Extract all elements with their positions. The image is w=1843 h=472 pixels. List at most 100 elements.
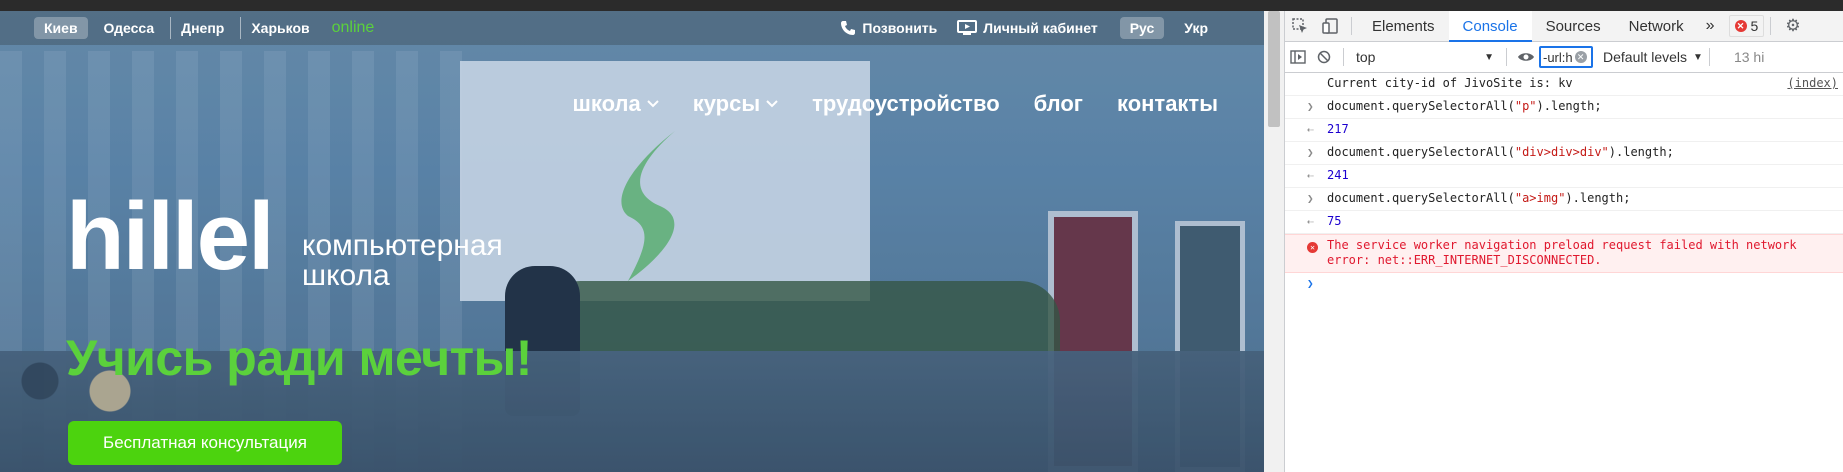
scrollbar-thumb[interactable] — [1268, 11, 1280, 127]
hero-tagline: Учись ради мечты! — [66, 330, 532, 386]
result-value: 217 — [1327, 122, 1349, 136]
live-expression-eye-icon[interactable] — [1513, 51, 1539, 63]
devtools-tabbar: Elements Console Sources Network » ✕ 5 ⚙ — [1285, 11, 1843, 42]
top-right-nav: Позвонить Личный кабинет Рус Укр — [820, 17, 1218, 39]
input-chevron-icon: ❯ — [1307, 100, 1314, 113]
clear-filter-icon[interactable]: ✕ — [1574, 51, 1587, 63]
nav-contacts[interactable]: контакты — [1117, 91, 1218, 117]
nav-courses-label: курсы — [692, 91, 761, 116]
console-output: Current city-id of JivoSite is: kv (inde… — [1285, 73, 1843, 472]
city-odesa[interactable]: Одесса — [94, 17, 165, 39]
input-code-pre: document.querySelectorAll( — [1327, 145, 1515, 159]
error-icon: ✕ — [1734, 20, 1747, 32]
input-code-post: ).length; — [1565, 191, 1631, 205]
nav-courses[interactable]: курсы — [693, 91, 778, 117]
log-text: Current city-id of JivoSite is: kv — [1327, 76, 1573, 90]
call-button[interactable]: Позвонить — [840, 20, 937, 36]
input-code-string: "p" — [1514, 99, 1537, 113]
online-link[interactable]: online — [332, 19, 375, 37]
settings-gear-icon[interactable]: ⚙ — [1777, 11, 1808, 41]
error-count-badge[interactable]: ✕ 5 — [1728, 15, 1765, 37]
toolbar-divider — [1343, 48, 1344, 66]
city-selector: Киев Одесса Днепр Харьков online — [34, 17, 374, 39]
city-kyiv[interactable]: Киев — [34, 17, 88, 39]
browser-top-strip — [0, 0, 1843, 11]
console-result-line: ⇠ 75 — [1285, 211, 1843, 234]
log-levels-dropdown[interactable]: Default levels ▼ — [1603, 49, 1703, 65]
monitor-icon — [957, 20, 978, 35]
console-log-line: Current city-id of JivoSite is: kv (inde… — [1285, 73, 1843, 96]
input-code-post: ).length; — [1536, 99, 1602, 113]
console-input-line: ❯ document.querySelectorAll("p").length; — [1285, 96, 1843, 119]
input-code-string: "a>img" — [1514, 191, 1566, 205]
result-arrow-icon: ⇠ — [1307, 215, 1314, 228]
nav-jobs[interactable]: трудоустройство — [812, 91, 1000, 117]
clear-console-icon[interactable] — [1311, 50, 1337, 64]
input-code-post: ).length; — [1608, 145, 1674, 159]
page-scrollbar[interactable] — [1264, 11, 1284, 472]
console-filter-input[interactable]: -url:h ✕ — [1539, 46, 1593, 68]
free-consultation-button[interactable]: Бесплатная консультация — [68, 421, 342, 465]
device-toolbar-icon[interactable] — [1315, 11, 1345, 41]
context-value: top — [1356, 49, 1376, 65]
website-viewport: Киев Одесса Днепр Харьков online Позвони… — [0, 11, 1264, 472]
toolbar-divider-3 — [1708, 48, 1710, 66]
tabbar-divider-2 — [1770, 17, 1772, 35]
console-toolbar: top ▼ -url:h ✕ Default levels ▼ 13 hi — [1285, 42, 1843, 73]
result-arrow-icon: ⇠ — [1307, 169, 1314, 182]
devtools-panel: Elements Console Sources Network » ✕ 5 ⚙… — [1284, 11, 1843, 472]
console-error-line: ✕ The service worker navigation preload … — [1285, 234, 1843, 273]
tab-sources[interactable]: Sources — [1532, 11, 1615, 41]
more-tabs-button[interactable]: » — [1698, 11, 1723, 41]
cabinet-label: Личный кабинет — [983, 20, 1098, 36]
lang-ru[interactable]: Рус — [1119, 17, 1165, 39]
nav-school[interactable]: школа — [573, 91, 659, 117]
error-text-line-1: The service worker navigation preload re… — [1327, 238, 1797, 252]
city-dnipro[interactable]: Днепр — [170, 17, 234, 39]
error-circle-icon: ✕ — [1307, 239, 1318, 254]
phone-icon — [841, 21, 856, 35]
lang-uk[interactable]: Укр — [1174, 17, 1218, 39]
logo-subtitle-line-1: компьютерная — [302, 229, 503, 262]
main-nav: школа курсы трудоустройство блог контакт… — [539, 91, 1218, 117]
hidden-messages-count: 13 hi — [1733, 49, 1765, 65]
error-text-line-2: error: net::ERR_INTERNET_DISCONNECTED. — [1327, 253, 1602, 267]
logo-subtitle-line-2: школа — [302, 259, 390, 292]
context-select[interactable]: top ▼ — [1350, 46, 1500, 68]
tab-network[interactable]: Network — [1615, 11, 1698, 41]
input-chevron-icon: ❯ — [1307, 192, 1314, 205]
logo-wordmark: hillel — [66, 183, 275, 290]
console-input-line: ❯ document.querySelectorAll("div>div>div… — [1285, 142, 1843, 165]
result-arrow-icon: ⇠ — [1307, 123, 1314, 136]
show-sidebar-icon[interactable] — [1285, 50, 1311, 64]
tab-console[interactable]: Console — [1448, 11, 1532, 42]
chevron-down-icon — [766, 100, 778, 108]
nav-blog[interactable]: блог — [1034, 91, 1083, 117]
console-input-line: ❯ document.querySelectorAll("a>img").len… — [1285, 188, 1843, 211]
tabbar-divider — [1351, 17, 1352, 35]
input-chevron-icon: ❯ — [1307, 146, 1314, 159]
console-result-line: ⇠ 217 — [1285, 119, 1843, 142]
tab-elements[interactable]: Elements — [1358, 11, 1449, 41]
console-result-line: ⇠ 241 — [1285, 165, 1843, 188]
result-value: 241 — [1327, 168, 1349, 182]
prompt-chevron-icon: ❯ — [1307, 277, 1314, 290]
city-kharkiv[interactable]: Харьков — [240, 17, 319, 39]
call-label: Позвонить — [862, 20, 938, 36]
input-code-pre: document.querySelectorAll( — [1327, 99, 1515, 113]
input-code-pre: document.querySelectorAll( — [1327, 191, 1515, 205]
hillel-leaf-icon — [621, 131, 675, 281]
filter-value: -url:h — [1543, 49, 1573, 65]
hillel-logo[interactable]: hillel — [66, 189, 275, 285]
log-source-link[interactable]: (index) — [1787, 76, 1838, 91]
toolbar-divider-2 — [1506, 48, 1507, 66]
personal-cabinet-button[interactable]: Личный кабинет — [957, 20, 1098, 36]
result-value: 75 — [1327, 214, 1342, 228]
logo-subtitle: компьютерная школа — [302, 231, 503, 291]
top-bar: Киев Одесса Днепр Харьков online Позвони… — [0, 11, 1264, 45]
console-prompt[interactable]: ❯ — [1285, 273, 1843, 294]
nav-school-label: школа — [572, 91, 641, 116]
dropdown-arrow-icon: ▼ — [1693, 51, 1703, 63]
input-code-string: "div>div>div" — [1514, 145, 1609, 159]
inspect-element-icon[interactable] — [1285, 11, 1315, 41]
